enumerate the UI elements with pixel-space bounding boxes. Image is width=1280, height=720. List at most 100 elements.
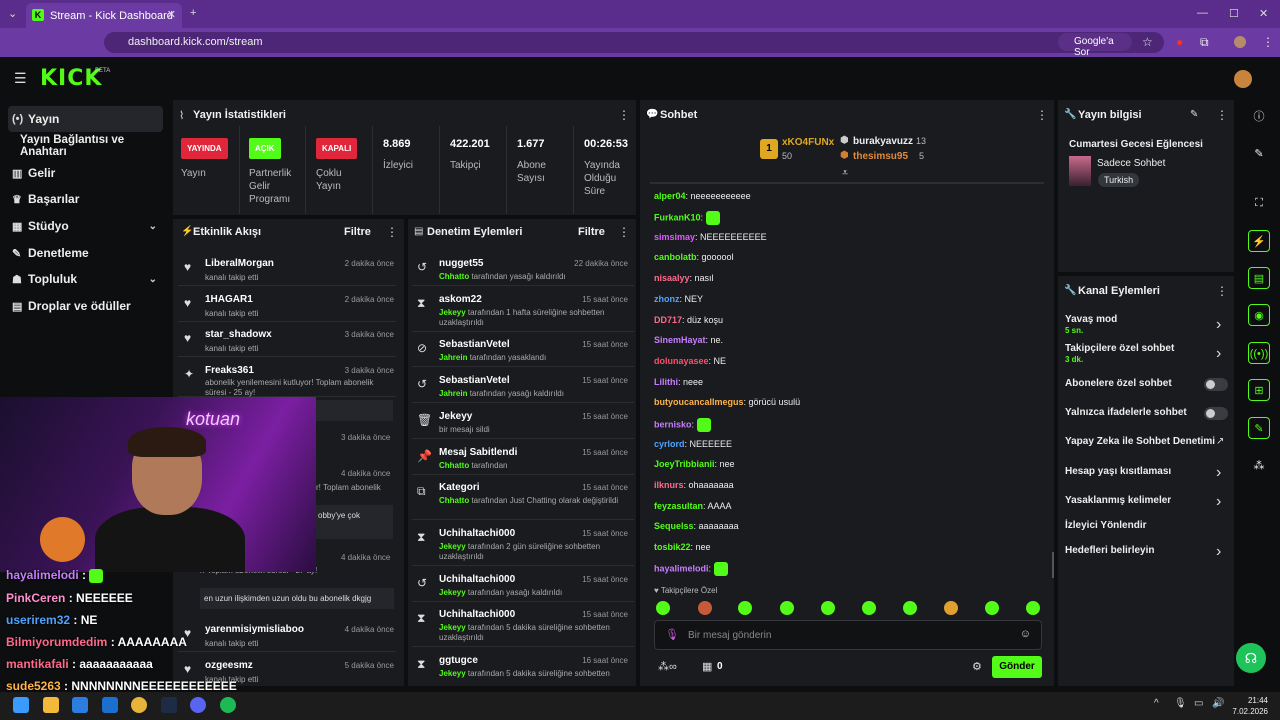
chevron-right-icon[interactable]: › [1216,543,1221,561]
expand-pinned-icon[interactable]: ⩡ [842,167,848,180]
channel-action-item[interactable]: Hesap yaşı kısıtlaması [1065,466,1171,477]
info-icon[interactable]: ⓘ [1248,106,1270,128]
channel-actions-menu-icon[interactable]: ⋮ [1216,284,1228,298]
chevron-right-icon[interactable]: › [1216,464,1221,482]
windows-start-icon[interactable] [13,697,29,713]
microphone-tray-icon[interactable]: 🎙 [1174,698,1187,709]
chat-username[interactable]: Lilithi [654,377,678,387]
volume-icon[interactable]: 🔊 [1212,698,1224,709]
chat-username[interactable]: FurkanK10 [654,212,701,222]
network-icon[interactable]: ▭ [1194,698,1203,709]
sidebar-item-denetleme[interactable]: ✎ Denetleme [8,240,163,266]
extension-icon[interactable]: ● [1176,35,1183,49]
microphone-icon[interactable]: 🎙 [665,628,679,641]
moderation-filter-button[interactable]: Filtre [578,226,605,238]
profile-avatar[interactable] [1234,36,1246,48]
close-tab-icon[interactable]: ✕ [167,8,176,21]
discord-icon[interactable] [190,697,206,713]
chevron-right-icon[interactable]: › [1216,316,1221,334]
system-clock[interactable]: 21:44 7.02.2026 [1232,695,1268,717]
google-ask-button[interactable]: Google'a Sor [1058,33,1132,58]
wrench-icon[interactable]: ✎ [1248,417,1270,439]
send-button[interactable]: Gönder [992,656,1042,678]
chrome-icon[interactable] [131,697,147,713]
document-icon[interactable]: ▤ [1248,267,1270,289]
chat-username[interactable]: ilknurs [654,480,684,490]
url-input[interactable]: dashboard.kick.com/stream [104,32,1164,53]
extensions-puzzle-icon[interactable]: ⧉ [1200,35,1209,50]
chat-username[interactable]: DD717 [654,315,682,325]
chat-icon[interactable]: ◉ [1248,304,1270,326]
chat-username[interactable]: dolunayasee [654,356,709,366]
emote-button[interactable] [698,601,712,615]
sidebar-item-topluluk[interactable]: ☗ Topluluk ⌄ [8,266,163,292]
emoji-icon[interactable]: ☺ [1020,628,1031,640]
activity-menu-icon[interactable]: ⋮ [386,225,398,239]
toggle-switch[interactable] [1204,378,1228,391]
channel-action-item[interactable]: Abonelere özel sohbet [1065,378,1172,389]
emote-button[interactable] [821,601,835,615]
sidebar-item-studyo[interactable]: ▦ Stüdyo ⌄ [8,213,163,239]
chat-username[interactable]: nisaalyy [654,273,690,283]
bookmark-star-icon[interactable]: ☆ [1142,35,1153,49]
lightning-icon[interactable]: ⚡ [1248,230,1270,252]
sidebar-item-yayin[interactable]: (•) Yayın [8,106,163,132]
file-explorer-icon[interactable] [43,697,59,713]
chat-scrollbar[interactable] [1052,552,1054,578]
community-icon[interactable]: ⁂ [1248,455,1270,477]
toggle-switch[interactable] [1204,407,1228,420]
sidebar-item-droplar[interactable]: ▤ Droplar ve ödüller [8,293,163,319]
chat-username[interactable]: alper04 [654,191,686,201]
chat-username[interactable]: SinemHayat [654,335,706,345]
emote-button[interactable] [738,601,752,615]
broadcast-icon[interactable]: ((•)) [1248,342,1270,364]
chat-username[interactable]: feyzasultan [654,501,703,511]
chat-input-box[interactable]: 🎙 Bir mesaj gönderin ☺ [654,620,1042,650]
close-window-icon[interactable]: ✕ [1259,7,1268,20]
activity-filter-button[interactable]: Filtre [344,226,371,238]
channel-action-item[interactable]: Takipçilere özel sohbet 3 dk. [1065,343,1174,364]
fullscreen-icon[interactable]: ⛶ [1248,192,1270,214]
sidebar-item-stream-key[interactable]: Yayın Bağlantısı ve Anahtarı [20,133,170,159]
minimize-icon[interactable]: — [1197,7,1208,19]
edit-pencil-icon[interactable]: ✎ [1190,109,1198,120]
gift-icon[interactable]: ▦ [702,660,712,673]
kick-logo[interactable]: KICK [40,66,102,91]
emote-button[interactable] [862,601,876,615]
new-tab-icon[interactable]: + [190,7,196,19]
browser-tab[interactable]: K Stream - Kick Dashboard ✕ [26,3,182,28]
layout-icon[interactable]: ⊞ [1248,379,1270,401]
chat-username[interactable]: butyoucancallmegus [654,397,744,407]
chevron-right-icon[interactable]: › [1216,493,1221,511]
spotify-icon[interactable] [220,697,236,713]
channel-action-item[interactable]: İzleyici Yönlendir [1065,520,1147,531]
emote-button[interactable] [985,601,999,615]
browser-menu-icon[interactable]: ⋮ [1262,35,1274,49]
hamburger-menu-icon[interactable]: ☰ [14,70,27,87]
sidebar-item-gelir[interactable]: ▥ Gelir [8,160,163,186]
channel-action-item[interactable]: Hedefleri belirleyin [1065,545,1154,556]
emote-button[interactable] [903,601,917,615]
chat-username[interactable]: canbolatb [654,252,697,262]
chat-username[interactable]: JoeyTribbianii [654,459,715,469]
emote-button[interactable] [656,601,670,615]
user-avatar[interactable] [1234,70,1252,88]
channel-action-item[interactable]: Yapay Zeka ile Sohbet Denetimi [1065,436,1215,447]
support-headset-button[interactable]: ☊ [1236,643,1266,673]
stream-info-menu-icon[interactable]: ⋮ [1216,108,1228,122]
sidebar-item-basarilar[interactable]: ♛ Başarılar [8,186,163,212]
channel-action-item[interactable]: Yasaklanmış kelimeler [1065,495,1171,506]
steam-icon[interactable] [161,697,177,713]
edit-icon[interactable]: ✎ [1248,143,1270,165]
outlook-icon[interactable] [102,697,118,713]
moderation-menu-icon[interactable]: ⋮ [618,225,630,239]
chat-menu-icon[interactable]: ⋮ [1036,108,1048,122]
chat-username[interactable]: hayalimelodi [654,563,709,573]
maximize-icon[interactable]: ☐ [1229,7,1239,20]
emote-button[interactable] [944,601,958,615]
channel-action-item[interactable]: Yavaş mod 5 sn. [1065,314,1117,335]
tab-menu-icon[interactable]: ⌄ [8,7,17,20]
chat-username[interactable]: bernisko [654,419,692,429]
chevron-right-icon[interactable]: › [1216,345,1221,363]
chat-username[interactable]: zhonz [654,294,680,304]
